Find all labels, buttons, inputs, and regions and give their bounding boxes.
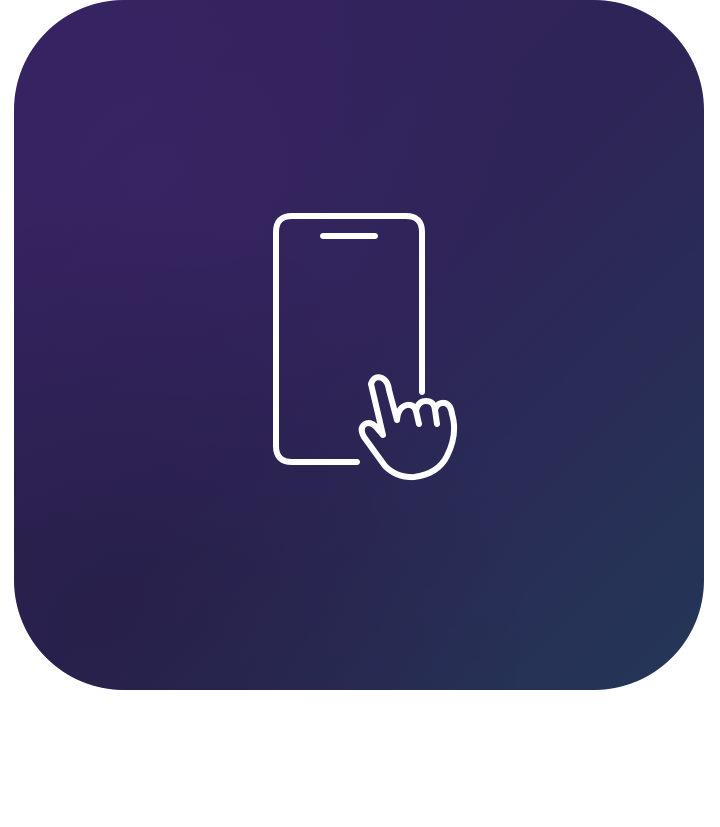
hand-crease-1 bbox=[413, 408, 422, 427]
phone-outline bbox=[273, 213, 425, 465]
app-tile[interactable] bbox=[14, 0, 704, 690]
pointing-hand bbox=[358, 374, 458, 481]
touch-phone-icon bbox=[273, 213, 458, 481]
hand-crease-2 bbox=[432, 407, 440, 427]
